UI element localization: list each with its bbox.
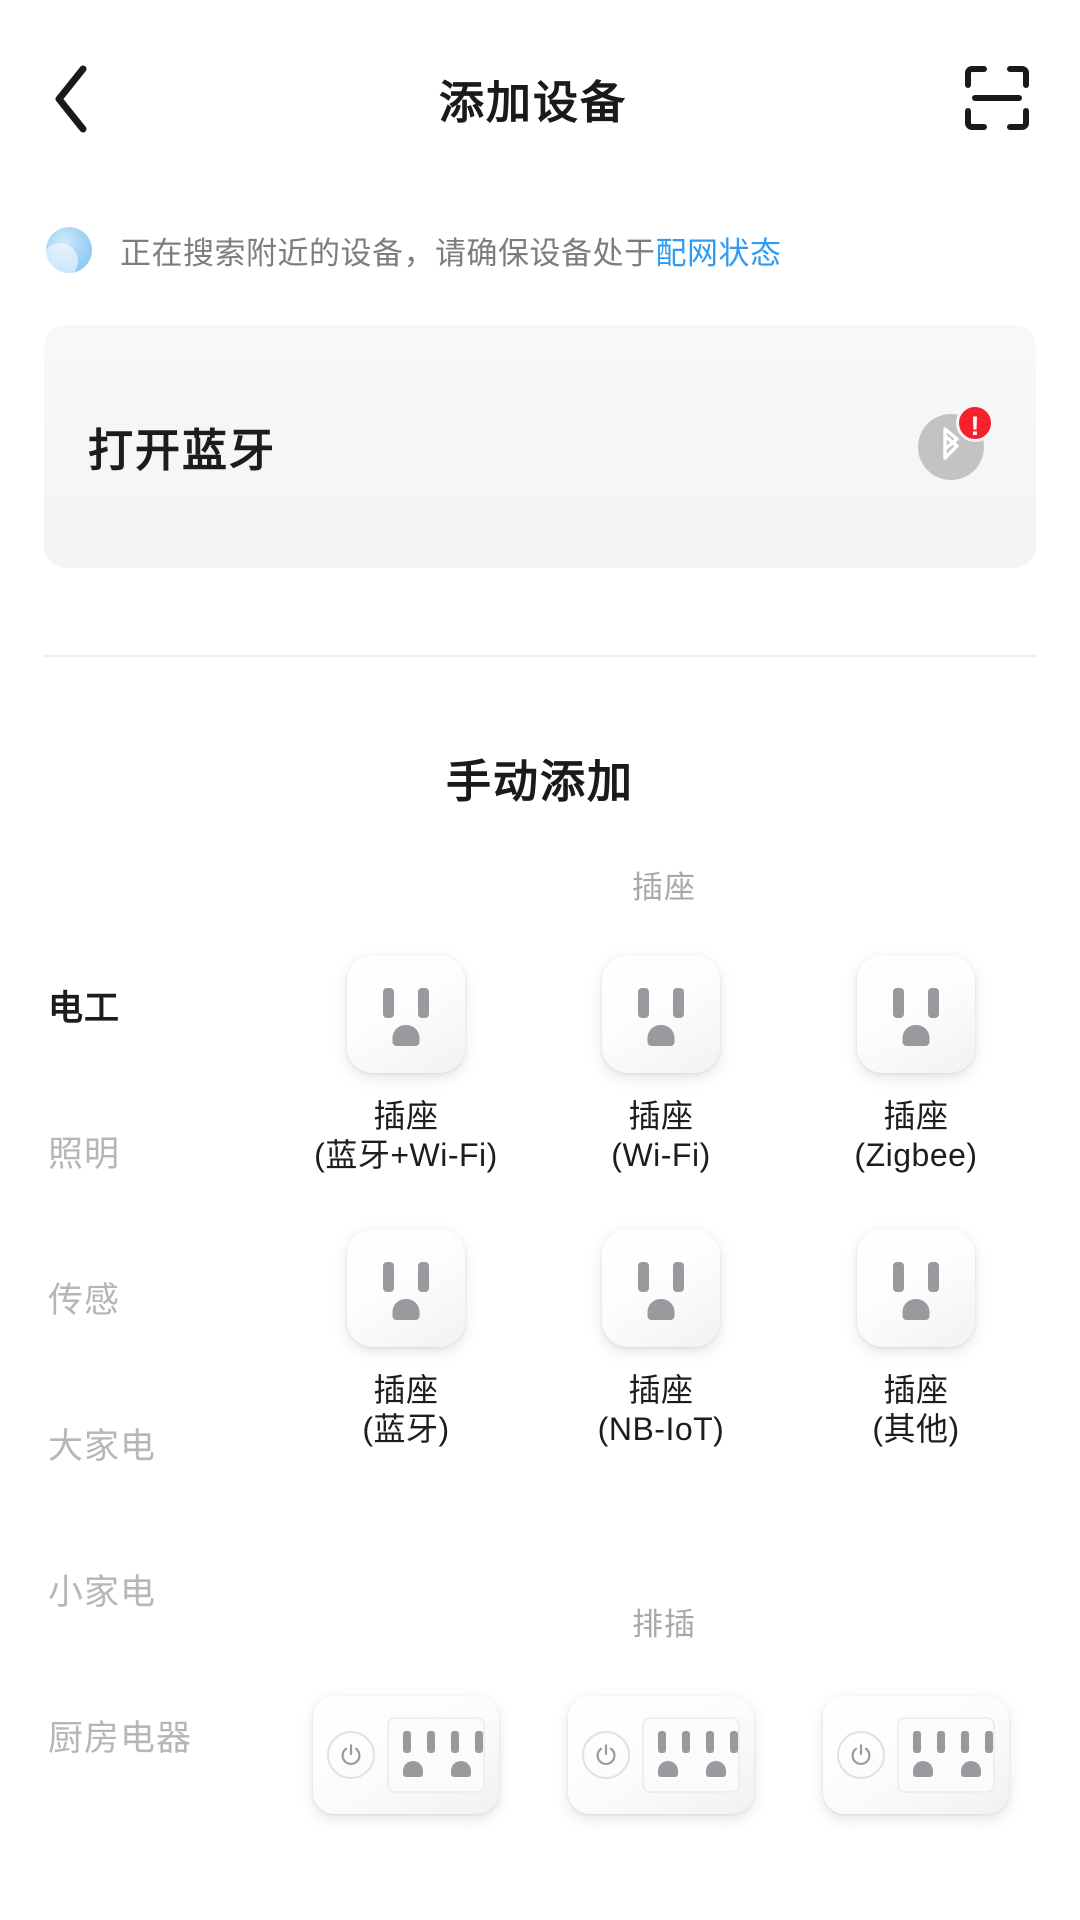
back-button[interactable]	[34, 62, 108, 136]
sidebar-item-label: 厨房电器	[48, 1718, 193, 1758]
product-tile-label: 插座 (其他)	[872, 1371, 959, 1449]
manual-add-heading: 手动添加	[445, 756, 634, 807]
product-row: 插座 (蓝牙+Wi-Fi) 插座 (Wi-Fi) 插座 (Zigbee)	[248, 955, 1080, 1175]
sidebar-item-zhaoming[interactable]: 照明	[0, 1078, 248, 1224]
enable-bluetooth-label: 打开蓝牙	[88, 425, 277, 476]
product-name: 插座	[883, 1372, 949, 1409]
chevron-left-icon	[49, 63, 93, 135]
sidebar-item-dajiadian[interactable]: 大家电	[0, 1370, 248, 1516]
product-tile-socket-zigbee[interactable]: 插座 (Zigbee)	[814, 955, 1018, 1175]
product-spec: (其他)	[872, 1411, 960, 1448]
section-divider	[44, 655, 1036, 657]
strip-outlets	[897, 1717, 995, 1794]
socket-icon	[857, 955, 975, 1073]
sidebar-item-chuangan[interactable]: 传感	[0, 1224, 248, 1370]
product-row: 插座 (蓝牙) 插座 (NB-IoT) 插座 (其他)	[248, 1229, 1080, 1449]
sidebar-item-chufangdianqi[interactable]: 厨房电器	[0, 1662, 248, 1808]
page-title: 添加设备	[438, 76, 627, 128]
product-spec: (Wi-Fi)	[611, 1137, 711, 1174]
product-tile-socket-bt-wifi[interactable]: 插座 (蓝牙+Wi-Fi)	[304, 955, 508, 1175]
radar-scanning-icon	[46, 227, 92, 273]
group-title-chazuo: 插座	[632, 870, 696, 905]
power-button-icon	[327, 1731, 375, 1780]
power-strip-icon	[568, 1696, 754, 1815]
product-tile-label: 插座 (Zigbee)	[854, 1097, 977, 1175]
sidebar-item-label: 照明	[48, 1134, 121, 1174]
product-tile-powerstrip-2[interactable]	[559, 1696, 763, 1815]
product-tile-socket-other[interactable]: 插座 (其他)	[814, 1229, 1018, 1449]
power-strip-icon	[313, 1696, 499, 1815]
search-status-bar: 正在搜索附近的设备，请确保设备处于配网状态	[46, 215, 1036, 285]
sidebar-item-label: 传感	[48, 1280, 121, 1320]
product-tile-label: 插座 (NB-IoT)	[598, 1371, 725, 1449]
product-tile-socket-bt[interactable]: 插座 (蓝牙)	[304, 1229, 508, 1449]
product-name: 插座	[883, 1098, 949, 1134]
product-spec: (Zigbee)	[854, 1137, 978, 1174]
scan-qr-icon	[964, 65, 1030, 131]
strip-outlets	[387, 1717, 485, 1794]
product-tile-label: 插座 (蓝牙+Wi-Fi)	[314, 1097, 498, 1175]
product-tile-socket-nbiot[interactable]: 插座 (NB-IoT)	[559, 1229, 763, 1449]
category-sidebar: 电工 照明 传感 大家电 小家电 厨房电器	[0, 860, 248, 1920]
product-row	[248, 1696, 1080, 1815]
product-name: 插座	[628, 1098, 694, 1134]
socket-icon	[602, 955, 720, 1073]
sidebar-item-xiaojiadian[interactable]: 小家电	[0, 1516, 248, 1662]
product-tile-powerstrip-1[interactable]	[304, 1696, 508, 1815]
enable-bluetooth-card[interactable]: 打开蓝牙 !	[44, 325, 1036, 568]
product-spec: (蓝牙)	[362, 1411, 450, 1448]
search-status-text: 正在搜索附近的设备，请确保设备处于配网状态	[120, 228, 782, 273]
product-name: 插座	[628, 1372, 694, 1409]
socket-icon	[347, 955, 465, 1073]
product-spec: (蓝牙+Wi-Fi)	[314, 1137, 498, 1174]
bluetooth-warning-badge: !	[956, 403, 994, 442]
product-tile-label: 插座 (蓝牙)	[362, 1371, 449, 1449]
product-spec: (NB-IoT)	[597, 1411, 725, 1448]
manual-add-content: 电工 照明 传感 大家电 小家电 厨房电器 插座 插座 (蓝牙+Wi-Fi) 插…	[0, 860, 1080, 1920]
socket-icon	[347, 1229, 465, 1348]
sidebar-item-label: 电工	[48, 988, 121, 1028]
pairing-mode-link[interactable]: 配网状态	[656, 236, 782, 271]
product-tile-label: 插座 (Wi-Fi)	[611, 1097, 710, 1175]
product-panel: 插座 插座 (蓝牙+Wi-Fi) 插座 (Wi-Fi) 插座 (Zigbee) …	[248, 860, 1080, 1920]
app-header: 添加设备	[0, 0, 1080, 190]
product-tile-socket-wifi[interactable]: 插座 (Wi-Fi)	[559, 955, 763, 1175]
power-button-icon	[582, 1731, 630, 1780]
sidebar-item-diangong[interactable]: 电工	[0, 932, 248, 1078]
search-status-message: 正在搜索附近的设备，请确保设备处于	[120, 235, 656, 271]
scan-button[interactable]	[958, 59, 1036, 137]
sidebar-item-label: 小家电	[48, 1572, 157, 1612]
socket-icon	[602, 1229, 720, 1348]
sidebar-item-label: 大家电	[48, 1426, 157, 1466]
strip-outlets	[642, 1717, 740, 1794]
bluetooth-status-indicator[interactable]: !	[918, 403, 994, 480]
power-strip-icon	[823, 1696, 1009, 1815]
group-title-paicha: 排插	[632, 1607, 696, 1643]
socket-icon	[857, 1229, 975, 1348]
product-name: 插座	[373, 1098, 439, 1134]
product-name: 插座	[373, 1372, 439, 1409]
product-tile-powerstrip-3[interactable]	[814, 1696, 1018, 1815]
power-button-icon	[837, 1731, 885, 1780]
